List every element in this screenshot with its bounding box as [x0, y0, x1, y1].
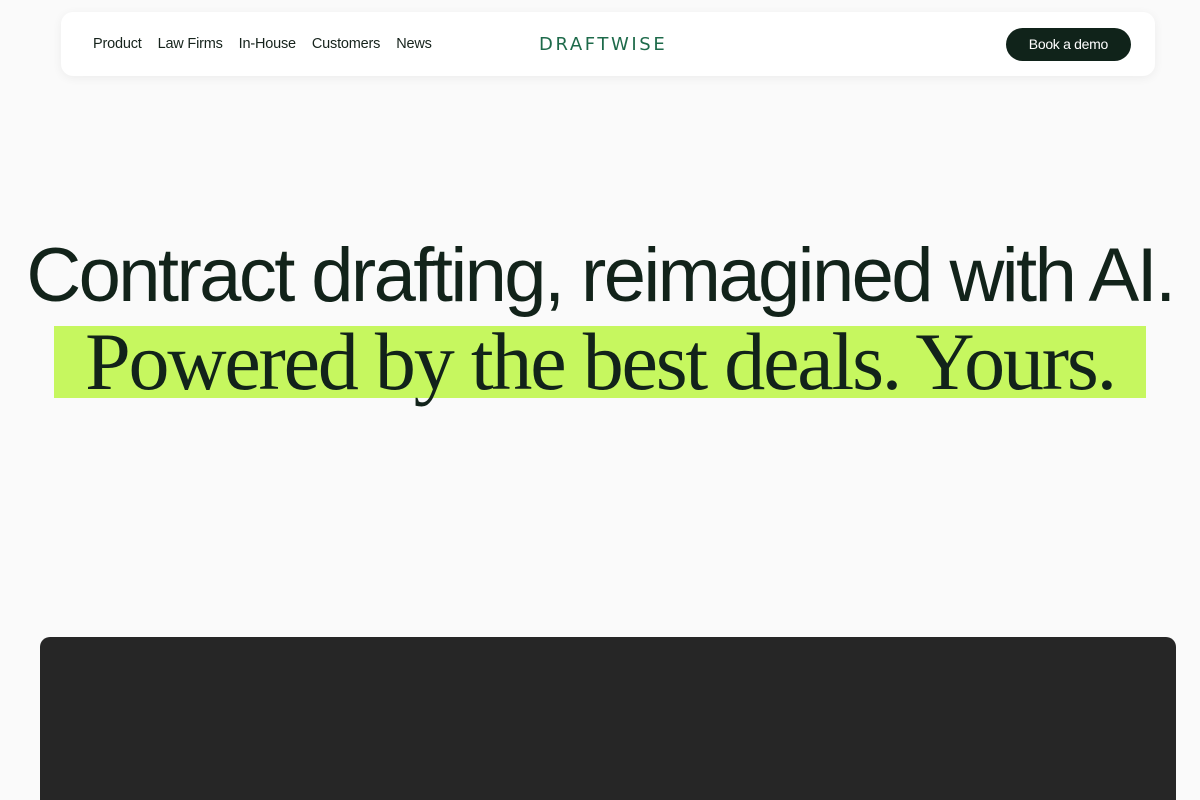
nav-link-law-firms[interactable]: Law Firms: [158, 36, 223, 52]
nav-link-news[interactable]: News: [396, 36, 432, 52]
hero-subline-wrap: Powered by the best deals. Yours.: [0, 321, 1200, 403]
nav-link-product[interactable]: Product: [93, 36, 142, 52]
hero-headline: Contract drafting, reimagined with AI.: [0, 236, 1200, 316]
brand-logo[interactable]: DRAFTWISE: [539, 12, 667, 76]
hero-subline: Powered by the best deals. Yours.: [54, 321, 1146, 403]
hero-headline-text: Contract drafting, reimagined with AI.: [26, 233, 1176, 318]
top-navbar: Product Law Firms In-House Customers New…: [61, 12, 1155, 76]
nav-link-in-house[interactable]: In-House: [239, 36, 296, 52]
book-demo-button[interactable]: Book a demo: [1005, 28, 1131, 61]
nav-link-customers[interactable]: Customers: [312, 36, 381, 52]
hero-section: Contract drafting, reimagined with AI. P…: [0, 236, 1200, 403]
brand-logo-text: DRAFTWISE: [539, 33, 668, 55]
hero-media-panel: [40, 637, 1176, 800]
nav-links: Product Law Firms In-House Customers New…: [93, 12, 432, 76]
